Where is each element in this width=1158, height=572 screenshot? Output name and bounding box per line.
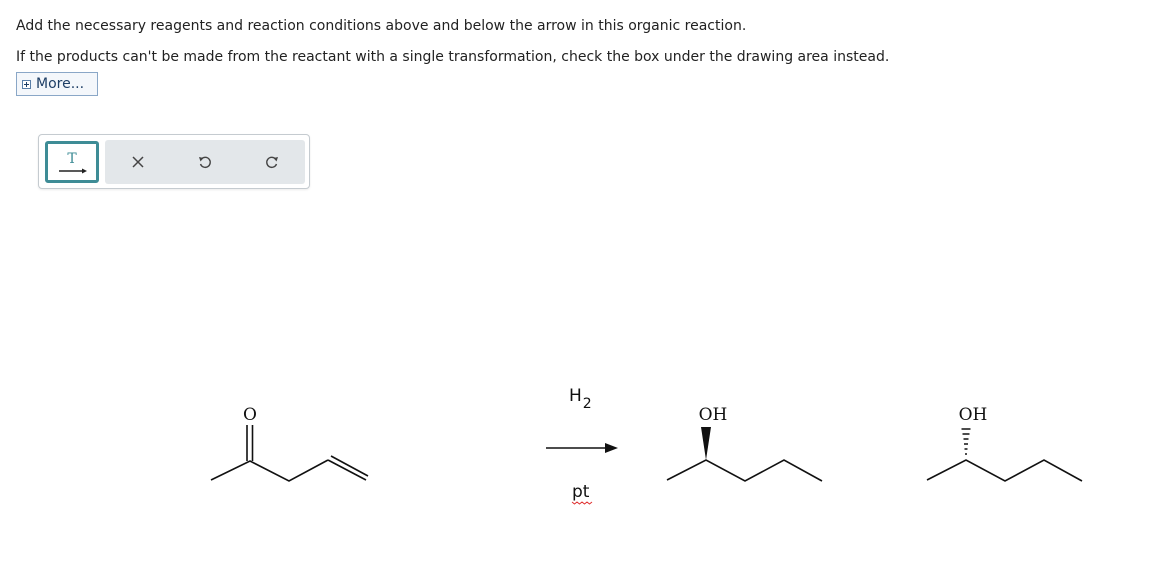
product-1-molecule: OH	[666, 405, 823, 482]
reactant-oxygen-label: O	[243, 405, 257, 425]
reagent-above-arrow[interactable]: H2	[569, 386, 592, 412]
reactant-chain	[210, 459, 329, 482]
product-1-oh-label: OH	[699, 405, 728, 425]
wedge-bond	[701, 427, 711, 460]
alkene-bond-a	[327, 459, 367, 481]
reaction-canvas[interactable]: O H2 pt OH OH	[0, 0, 1158, 572]
reagent-below-arrow[interactable]: pt	[572, 482, 590, 502]
product-2-oh-label: OH	[959, 405, 988, 425]
reaction-arrow-group: H2 pt	[546, 386, 618, 505]
product-2-molecule: OH	[926, 405, 1083, 482]
spellcheck-underline	[571, 501, 593, 505]
reactant-molecule: O	[210, 405, 369, 482]
alkene-bond-b	[330, 455, 369, 477]
product-2-chain	[926, 459, 1083, 482]
product-1-chain	[666, 459, 823, 482]
hash-bond	[961, 428, 971, 455]
arrow-head-icon	[605, 443, 618, 453]
